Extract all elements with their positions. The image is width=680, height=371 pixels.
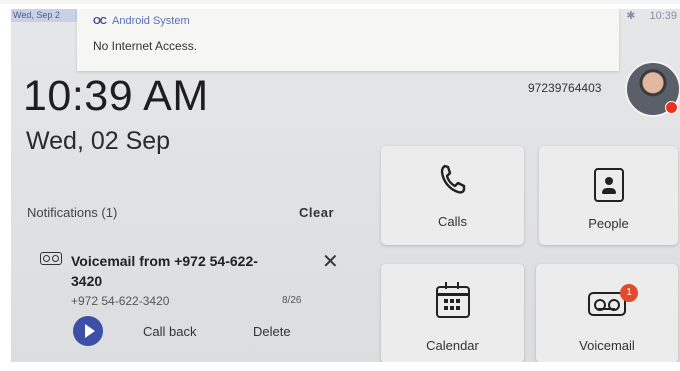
system-notification-message: No Internet Access. (93, 39, 198, 53)
account-number: 97239764403 (528, 81, 602, 95)
tile-calendar[interactable]: Calendar (381, 264, 524, 362)
close-icon[interactable]: ✕ (322, 252, 339, 272)
system-notification-header: OC Android System (93, 15, 190, 27)
phone-screen: Wed, Sep 2 ✱ 10:39 OC Android System No I… (11, 9, 680, 362)
bluetooth-icon: ✱ (626, 10, 636, 22)
voicemail-notification[interactable]: Voicemail from +972 54-622-3420 ✕ +972 5… (25, 244, 365, 356)
voicemail-notification-title: Voicemail from +972 54-622-3420 (71, 253, 258, 289)
presence-status-dot (665, 101, 678, 114)
tile-calendar-label: Calendar (426, 338, 479, 353)
tile-calls-label: Calls (438, 214, 467, 229)
clock-date: Wed, 02 Sep (26, 127, 171, 155)
play-button[interactable] (73, 316, 103, 346)
notifications-header: Notifications (1) (27, 205, 118, 220)
tile-people-label: People (588, 216, 629, 231)
call-back-button[interactable]: Call back (143, 324, 196, 339)
android-system-icon: OC (93, 15, 107, 27)
tile-voicemail[interactable]: 1 Voicemail (536, 264, 678, 362)
status-bar-date: Wed, Sep 2 (11, 9, 79, 22)
calendar-icon (435, 282, 470, 318)
voicemail-notification-number: +972 54-622-3420 (71, 294, 170, 308)
voicemail-badge: 1 (620, 284, 638, 302)
tile-people[interactable]: People (539, 146, 678, 245)
bezel (0, 0, 680, 4)
tile-voicemail-label: Voicemail (579, 338, 635, 353)
phone-icon (440, 164, 465, 194)
contact-icon (593, 168, 624, 202)
system-notification[interactable]: OC Android System No Internet Access. (77, 9, 619, 71)
voicemail-icon (40, 252, 62, 265)
tile-calls[interactable]: Calls (381, 146, 524, 245)
clock-time: 10:39 AM (23, 72, 209, 120)
clear-button[interactable]: Clear (299, 205, 334, 220)
delete-button[interactable]: Delete (253, 324, 291, 339)
system-notification-app-name: Android System (112, 15, 190, 27)
status-bar-right: ✱ 10:39 (615, 9, 680, 24)
status-bar-time: 10:39 (649, 10, 677, 22)
voicemail-notification-date: 8/26 (282, 295, 302, 306)
